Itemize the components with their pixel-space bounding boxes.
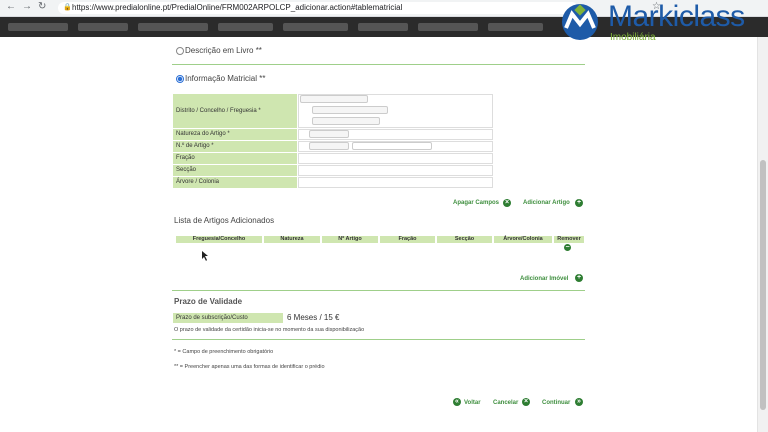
- select-distrito[interactable]: [300, 95, 368, 103]
- col-remover: Remover: [554, 236, 584, 243]
- label-numero: N.º de Artigo *: [173, 141, 297, 152]
- address-bar[interactable]: 🔒 https://www.predialonline.pt/PredialOn…: [58, 2, 578, 14]
- prazo-value: 6 Meses / 15 €: [287, 313, 340, 322]
- col-natureza: Natureza: [264, 236, 320, 243]
- back-icon[interactable]: ←: [6, 1, 16, 12]
- label-fracao: Fração: [173, 153, 297, 164]
- divider: [172, 290, 585, 291]
- add-imovel-icon[interactable]: +: [575, 274, 583, 282]
- bookmark-item[interactable]: [138, 23, 208, 31]
- label-seccao: Secção: [173, 165, 297, 176]
- option-descricao-label: Descrição em Livro **: [185, 46, 262, 55]
- logo-brand: Markiclass: [608, 0, 745, 33]
- forward-arrow-icon[interactable]: »: [575, 398, 583, 406]
- logo-mark-icon: [562, 4, 598, 40]
- forward-icon[interactable]: →: [22, 1, 32, 12]
- table-cell: [264, 244, 320, 251]
- prazo-title: Prazo de Validade: [174, 297, 243, 306]
- bookmark-item[interactable]: [218, 23, 273, 31]
- select-freguesia[interactable]: [312, 117, 380, 125]
- table-cell: [176, 244, 262, 251]
- bookmark-item[interactable]: [358, 23, 408, 31]
- bookmark-item[interactable]: [8, 23, 68, 31]
- bookmark-item[interactable]: [418, 23, 478, 31]
- scrollbar-thumb[interactable]: [760, 160, 766, 410]
- select-concelho[interactable]: [312, 106, 388, 114]
- artigos-title: Lista de Artigos Adicionados: [174, 216, 275, 225]
- logo-subtitle: Imobiliária: [610, 32, 656, 43]
- reload-icon[interactable]: ↻: [38, 1, 46, 12]
- col-freguesia: Freguesia/Concelho: [176, 236, 262, 243]
- radio-descricao[interactable]: [176, 47, 184, 55]
- table-cell: [322, 244, 378, 251]
- note-required: * = Campo de preenchimento obrigatório: [174, 349, 274, 355]
- select-numero-tipo[interactable]: [309, 142, 349, 150]
- radio-matricial[interactable]: [176, 75, 184, 83]
- table-cell: [380, 244, 435, 251]
- markiclass-logo: Markiclass Imobiliária: [556, 0, 756, 44]
- input-numero-artigo[interactable]: [352, 142, 432, 150]
- col-fracao: Fração: [380, 236, 435, 243]
- option-matricial-label: Informação Matricial **: [185, 74, 266, 83]
- adicionar-artigo-link[interactable]: Adicionar Artigo: [523, 200, 570, 206]
- continuar-button[interactable]: Continuar: [542, 400, 570, 406]
- prazo-note: O prazo de validade da certidão inicia-s…: [174, 327, 365, 333]
- note-either: ** = Preencher apenas uma das formas de …: [174, 364, 325, 370]
- label-natureza: Natureza do Artigo *: [173, 129, 297, 140]
- divider: [172, 64, 585, 65]
- url-text: https://www.predialonline.pt/PredialOnli…: [72, 3, 403, 12]
- apagar-campos-link[interactable]: Apagar Campos: [453, 200, 499, 206]
- add-icon[interactable]: +: [575, 199, 583, 207]
- col-arvore: Árvore/Colonia: [494, 236, 552, 243]
- col-seccao: Secção: [437, 236, 492, 243]
- input-arvore[interactable]: [298, 177, 493, 188]
- lock-icon: 🔒: [63, 4, 72, 11]
- bookmark-item[interactable]: [283, 23, 348, 31]
- input-fracao[interactable]: [298, 153, 493, 164]
- divider: [172, 339, 585, 340]
- col-artigo: Nº Artigo: [322, 236, 378, 243]
- remove-icon[interactable]: −: [564, 244, 571, 251]
- input-seccao[interactable]: [298, 165, 493, 176]
- cancelar-button[interactable]: Cancelar: [493, 400, 518, 406]
- bookmark-item[interactable]: [488, 23, 543, 31]
- mouse-cursor-icon: [202, 251, 208, 261]
- bookmark-item[interactable]: [78, 23, 128, 31]
- select-natureza[interactable]: [309, 130, 349, 138]
- adicionar-imovel-link[interactable]: Adicionar Imóvel: [520, 276, 568, 282]
- prazo-label: Prazo de subscrição/Custo: [173, 313, 283, 323]
- voltar-button[interactable]: Voltar: [464, 400, 481, 406]
- cancel-icon[interactable]: ×: [522, 398, 530, 406]
- clear-icon[interactable]: ×: [503, 199, 511, 207]
- label-distrito: Distrito / Concelho / Freguesia *: [173, 94, 297, 128]
- label-arvore: Árvore / Colonia: [173, 177, 297, 188]
- back-arrow-icon[interactable]: «: [453, 398, 461, 406]
